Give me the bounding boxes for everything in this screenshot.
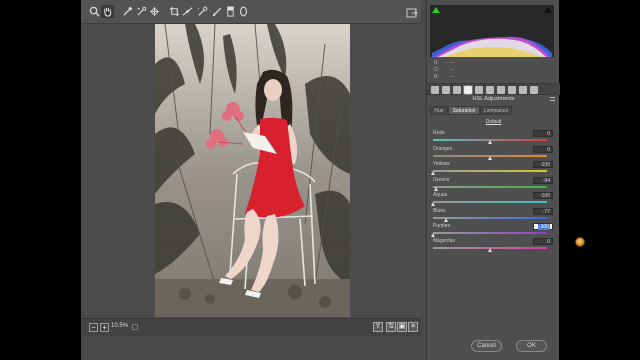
tab-luminance[interactable]: Luminance: [480, 106, 512, 115]
slider-value-field[interactable]: -100: [533, 161, 553, 168]
slider-thumb[interactable]: [431, 202, 435, 206]
slider-track[interactable]: [433, 232, 547, 234]
slider-label: Magentas: [433, 238, 455, 244]
slider-label: Blues: [433, 208, 446, 214]
slider-value-text: 0: [547, 239, 550, 245]
camera-calibration-tab-icon[interactable]: [508, 86, 516, 94]
slider-reds: Reds 0: [432, 130, 556, 146]
slider-value-text: 0: [547, 147, 550, 153]
slider-value-field[interactable]: -77: [533, 208, 553, 215]
slider-label: Purples: [433, 223, 450, 229]
adjustment-brush-icon[interactable]: [210, 5, 223, 18]
slider-label: Greens: [433, 177, 450, 183]
slider-track[interactable]: [433, 217, 547, 219]
slider-thumb[interactable]: [431, 233, 435, 237]
slider-thumb[interactable]: [434, 187, 439, 191]
hand-tool-icon[interactable]: [101, 5, 114, 18]
panel-title: HSL Adjustments: [472, 96, 515, 102]
slider-thumb[interactable]: [444, 218, 449, 222]
swap-settings-button[interactable]: ⇅: [386, 322, 396, 332]
zoom-tool-icon[interactable]: [88, 5, 101, 18]
slider-track[interactable]: [433, 170, 547, 172]
cursor-icon: [575, 237, 585, 247]
tab-hue[interactable]: Hue: [430, 106, 448, 115]
slider-label: Oranges: [433, 146, 453, 152]
slider-purples: Purples -100: [431, 223, 556, 239]
preview-menu-icon[interactable]: ≡: [408, 322, 418, 332]
presets-tab-icon[interactable]: [519, 86, 527, 94]
targeted-adjustment-icon[interactable]: [148, 5, 161, 18]
effects-tab-icon[interactable]: [497, 86, 505, 94]
adjustment-panel: R: --- G: --- B: --- HSL Adjustments Hue Sa…: [426, 0, 585, 360]
slider-value-field[interactable]: -100: [533, 192, 553, 199]
slider-oranges: Oranges 0: [432, 146, 556, 162]
rgb-readout-b: B: ---: [434, 74, 454, 80]
zoom-level: 10.5%: [111, 323, 129, 329]
split-toning-tab-icon[interactable]: [475, 86, 483, 94]
default-link[interactable]: Default: [427, 119, 560, 125]
crop-icon[interactable]: [168, 5, 181, 18]
white-balance-icon[interactable]: [121, 5, 134, 18]
copy-settings-button[interactable]: ▣: [397, 322, 407, 332]
rgb-readout-g: G: ---: [434, 67, 455, 73]
straighten-icon[interactable]: [181, 5, 194, 18]
zoom-out-button[interactable]: −: [89, 323, 98, 332]
slider-value-field[interactable]: 0: [533, 238, 553, 245]
zoom-dropdown[interactable]: [132, 324, 138, 330]
slider-label: Reds: [433, 130, 445, 136]
slider-value-field[interactable]: 0: [533, 146, 553, 153]
tab-saturation[interactable]: Saturation: [448, 106, 480, 115]
detail-tab-icon[interactable]: [453, 86, 461, 94]
hsl-tab-icon[interactable]: [463, 85, 473, 95]
slider-value-field[interactable]: 0: [533, 130, 553, 137]
slider-yellows: Yellows -100: [431, 161, 556, 177]
graduated-filter-icon[interactable]: [224, 5, 237, 18]
slider-aquas: Aquas -100: [431, 192, 556, 208]
panel-menu-icon[interactable]: [550, 97, 555, 101]
color-sampler-icon[interactable]: [135, 5, 148, 18]
slider-track[interactable]: [433, 201, 547, 203]
slider-magentas: Magentas 0: [432, 238, 556, 254]
tone-curve-tab-icon[interactable]: [442, 86, 450, 94]
lens-corrections-tab-icon[interactable]: [486, 86, 494, 94]
slider-thumb[interactable]: [488, 248, 492, 252]
svg-text:+: +: [197, 7, 200, 12]
slider-value-text: -100: [539, 162, 550, 168]
panel-tab-bar: [427, 83, 560, 95]
ok-button[interactable]: OK: [516, 340, 547, 352]
slider-label: Yellows: [433, 161, 450, 167]
slider-thumb[interactable]: [488, 140, 492, 144]
histogram: [430, 5, 554, 57]
slider-blues: Blues -77: [432, 208, 556, 224]
rgb-readout-r: R: ---: [434, 60, 454, 66]
slider-value-field[interactable]: -94: [533, 177, 553, 184]
before-after-toggle-button[interactable]: Y: [373, 322, 383, 332]
image-preview[interactable]: [85, 24, 421, 318]
slider-thumb[interactable]: [431, 171, 435, 175]
open-preferences-icon[interactable]: [406, 6, 418, 18]
cancel-button[interactable]: Cancel: [471, 340, 502, 352]
slider-thumb[interactable]: [488, 156, 492, 160]
preview-bottom-bar: − + 10.5% Y ⇅ ▣ ≡: [81, 318, 421, 336]
snapshots-tab-icon[interactable]: [530, 86, 538, 94]
slider-value-text: 0: [547, 131, 550, 137]
basic-tab-icon[interactable]: [431, 86, 439, 94]
slider-value-text: -77: [542, 209, 550, 215]
slider-value-text: -100: [537, 224, 550, 230]
zoom-in-button[interactable]: +: [100, 323, 109, 332]
slider-value-text: -100: [539, 193, 550, 199]
radial-filter-icon[interactable]: [237, 5, 250, 18]
photo: [155, 24, 350, 317]
slider-greens: Greens -94: [432, 177, 556, 193]
slider-label: Aquas: [433, 192, 448, 198]
toolbar: +: [81, 0, 421, 24]
slider-value-field[interactable]: -100: [533, 223, 553, 230]
camera-raw-window: + − + 10.5% Y ⇅ ▣ ≡ R: --- G: --- B: ---…: [81, 0, 585, 360]
hsl-subtabs: Hue Saturation Luminance: [430, 106, 556, 115]
spot-removal-icon[interactable]: +: [196, 5, 209, 18]
slider-value-text: -94: [542, 178, 550, 184]
slider-track[interactable]: [433, 186, 547, 188]
